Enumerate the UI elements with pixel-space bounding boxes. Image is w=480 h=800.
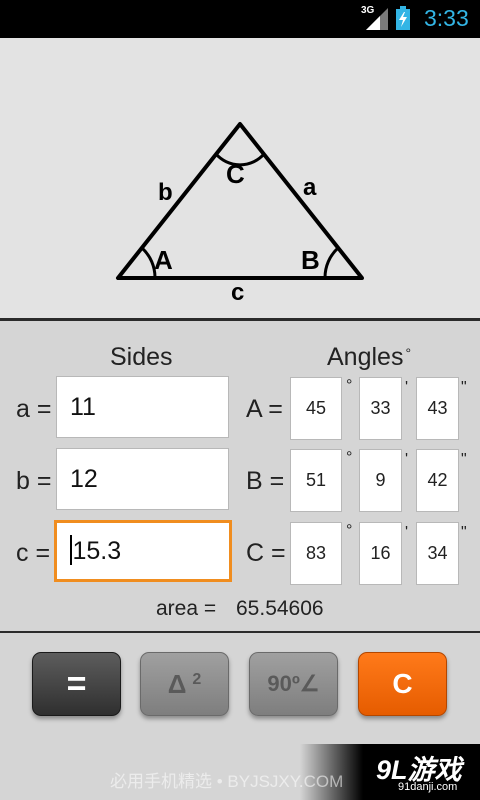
angle-a-minutes-input[interactable]: 33 (359, 377, 402, 440)
watermark-text: 必用手机精选 • BYJSJXY.COM (110, 772, 344, 791)
side-b-input[interactable]: 12 (56, 448, 229, 510)
degree-symbol: ° (346, 449, 353, 466)
delta-symbol: Δ (167, 668, 187, 699)
side-b-label: b = (16, 467, 52, 495)
angle-a-label: A = (246, 395, 283, 423)
side-c-input[interactable]: 15.3 (54, 520, 232, 582)
side-a-input[interactable]: 11 (56, 376, 229, 438)
side-label-a: a (303, 174, 317, 201)
status-time: 3:33 (424, 5, 469, 31)
triangle-diagram: C A B b a c (0, 38, 480, 318)
vertex-label-a: A (154, 245, 173, 275)
angle-b-seconds-input[interactable]: 42 (416, 449, 459, 512)
minute-symbol: ' (405, 524, 409, 541)
second-symbol: " (461, 379, 467, 396)
signal-strength-icon (366, 8, 388, 30)
angles-header: Angles ° (327, 343, 412, 372)
right-angle-button[interactable]: 90º∠ (249, 652, 338, 716)
angles-header-unit: ° (405, 345, 412, 361)
angle-arc-b (323, 246, 340, 279)
side-label-b: b (158, 179, 173, 206)
clear-button[interactable]: C (358, 652, 447, 716)
vertex-label-b: B (301, 245, 320, 275)
side-a-label: a = (16, 395, 52, 423)
angle-b-degrees-input[interactable]: 51 (290, 449, 342, 512)
angle-c-seconds-input[interactable]: 34 (416, 522, 459, 585)
angles-header-text: Angles (327, 343, 404, 371)
side-label-c: c (231, 279, 244, 306)
watermark-logo-url: 91danji.com (398, 781, 458, 793)
angle-a-degrees-input[interactable]: 45 (290, 377, 342, 440)
side-c-value: 15.3 (72, 537, 122, 565)
text-cursor (70, 535, 72, 566)
triangle-figure: C A B b a c (116, 122, 364, 306)
side-a-value: 11 (70, 393, 96, 421)
minute-symbol: ' (405, 451, 409, 468)
degree-symbol: ° (346, 522, 353, 539)
area-mode-button[interactable]: Δ2 (140, 652, 229, 716)
vertex-label-c: C (226, 159, 245, 189)
angle-c-label: C = (246, 539, 286, 567)
side-c-label: c = (16, 539, 51, 567)
second-symbol: " (461, 524, 467, 541)
angle-c-minutes-input[interactable]: 16 (359, 522, 402, 585)
battery-charging-icon (396, 6, 410, 30)
side-b-value: 12 (70, 465, 98, 493)
degree-symbol: ° (346, 377, 353, 394)
angle-b-label: B = (246, 467, 285, 495)
area-label: area = (156, 597, 217, 620)
angle-b-minutes-input[interactable]: 9 (359, 449, 402, 512)
angle-c-degrees-input[interactable]: 83 (290, 522, 342, 585)
second-symbol: " (461, 451, 467, 468)
sides-header: Sides (110, 343, 173, 371)
input-panel: Sides Angles ° a = 11 A = 45 ° 33 ' 43 " … (0, 321, 480, 631)
calculate-button[interactable]: = (32, 652, 121, 716)
status-bar: 3G 3:33 (0, 0, 480, 38)
area-value: 65.54606 (236, 597, 324, 620)
angle-a-seconds-input[interactable]: 43 (416, 377, 459, 440)
minute-symbol: ' (405, 379, 409, 396)
delta-superscript: 2 (192, 671, 202, 688)
